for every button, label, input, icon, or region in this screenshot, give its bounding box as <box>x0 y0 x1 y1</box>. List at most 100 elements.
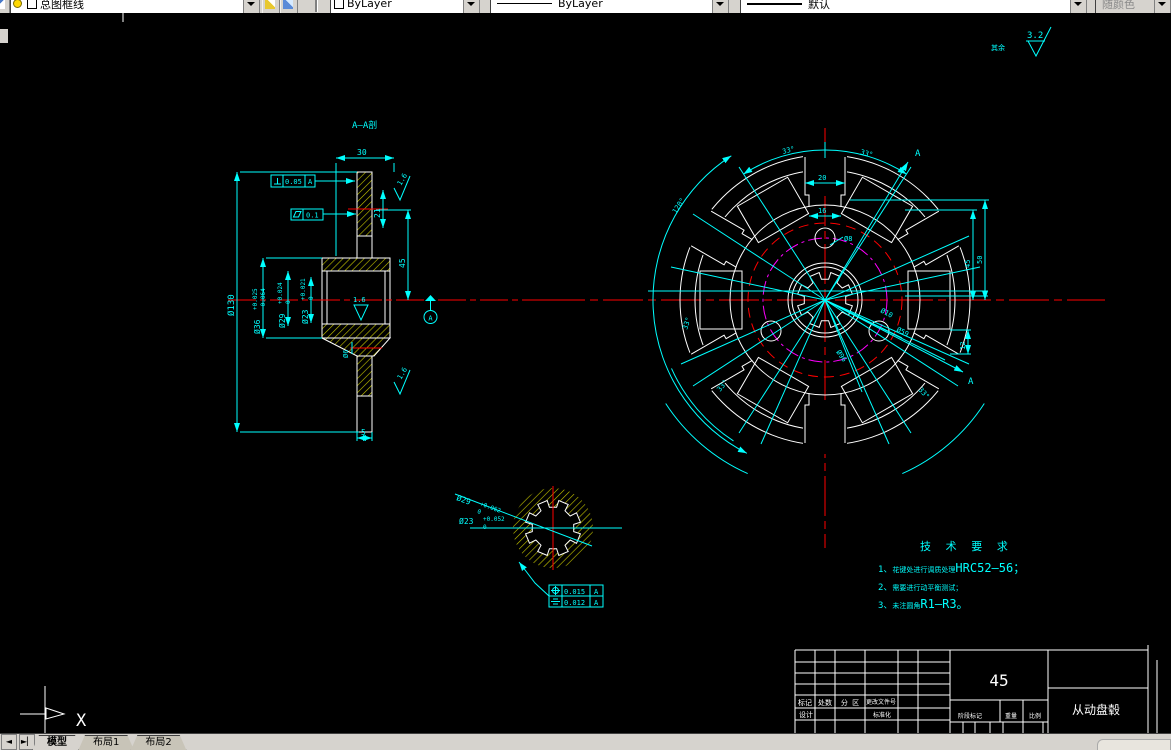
tab-nav-next-button[interactable]: ►▏ <box>19 734 35 750</box>
ucs-icon: X <box>20 707 87 731</box>
layout-tabbar: ◄ ►▏ 模型 布局1 布局2 <box>0 733 1171 750</box>
dropdown-arrow-icon <box>1154 0 1170 13</box>
position-icon <box>551 586 560 595</box>
svg-text:0.05: 0.05 <box>285 178 302 186</box>
datum-flag: A <box>423 295 438 324</box>
svg-text:分 区: 分 区 <box>841 698 859 707</box>
dim-120: 120° <box>671 197 687 215</box>
color-combo[interactable]: ByLayer <box>330 0 480 13</box>
tab-model[interactable]: 模型 <box>32 735 82 750</box>
front-view: A A 33° 33° 120° 33° 33° 33° 20 16 Ø8 45… <box>545 128 1105 548</box>
svg-text:A: A <box>428 315 433 323</box>
dim-dia23-spline: Ø23 +0.052 0 <box>459 516 505 531</box>
svg-text:A: A <box>594 599 599 607</box>
dropdown-arrow-icon[interactable] <box>243 0 259 13</box>
svg-text:标记: 标记 <box>798 698 812 707</box>
layer-combo-value: 总图框线 <box>40 0 84 11</box>
dim-dia6: Ø6 <box>342 350 350 358</box>
make-layer-current-button[interactable] <box>0 0 10 13</box>
svg-text:更改文件号: 更改文件号 <box>866 698 896 706</box>
svg-text:标准化: 标准化 <box>873 711 891 719</box>
tab-nav-prev-button[interactable]: ◄ <box>1 734 17 750</box>
svg-text:Ø29: Ø29 <box>455 492 472 506</box>
drawing: 其余 3.2 A—A剖 30 Ø130 Ø36 +0.025 -0.064 Ø2… <box>0 13 1158 733</box>
svg-text:1.6: 1.6 <box>396 172 409 187</box>
dim-dia130: Ø130 <box>226 294 237 316</box>
object-properties-toolbar: 总图框线 ByLayer ByLayer 默认 随颜色 <box>0 0 1171 14</box>
color-combo-value: ByLayer <box>347 0 392 10</box>
dropdown-arrow-icon[interactable] <box>712 0 728 13</box>
toolbar-separator <box>315 0 318 12</box>
layer-on-icon <box>13 0 22 8</box>
section-mark-top: A <box>915 149 921 159</box>
dim-33-left: 33° <box>681 316 693 331</box>
dim-50: 50 <box>976 256 984 264</box>
lineweight-preview <box>747 2 802 5</box>
linetype-combo-value: ByLayer <box>558 0 603 10</box>
dropdown-arrow-icon[interactable] <box>463 0 479 13</box>
dim-dia36: Ø36 +0.025 -0.064 <box>252 288 267 334</box>
layer-previous-button[interactable] <box>280 0 298 13</box>
layer-combo[interactable]: 总图框线 <box>10 0 260 13</box>
svg-text:1.6: 1.6 <box>353 296 366 304</box>
svg-text:A: A <box>594 588 599 596</box>
drawing-frame <box>0 13 124 733</box>
model-space-canvas[interactable]: 其余 3.2 A—A剖 30 Ø130 Ø36 +0.025 -0.064 Ø2… <box>0 13 1171 733</box>
layer-icon <box>0 0 5 9</box>
linetype-combo[interactable]: ByLayer <box>490 0 729 13</box>
svg-text:A: A <box>308 178 313 186</box>
svg-text:0.012: 0.012 <box>564 599 585 607</box>
tab-layout2[interactable]: 布局2 <box>130 735 186 750</box>
dim-dia8: Ø8 <box>844 235 852 243</box>
dim-5: 5 <box>361 428 366 437</box>
symmetry-icon <box>551 598 560 605</box>
svg-text:Ø23: Ø23 <box>300 309 310 324</box>
dropdown-arrow-icon[interactable] <box>1070 0 1086 13</box>
svg-text:0: 0 <box>476 508 482 516</box>
svg-text:0: 0 <box>285 300 292 304</box>
svg-text:Ø23: Ø23 <box>459 516 474 526</box>
dim-33-topleft: 33° <box>781 145 795 156</box>
lineweight-combo[interactable]: 默认 <box>740 0 1087 13</box>
dim-45-left: 45 <box>398 258 407 268</box>
roughness-mark: 1.6 <box>393 366 411 396</box>
surface-finish-note: 其余 3.2 <box>991 26 1052 58</box>
svg-text:+0.062: +0.062 <box>479 501 502 515</box>
layers-icon <box>265 0 275 9</box>
material-label: 45 <box>989 671 1008 690</box>
tech-req-title: 技 术 要 求 <box>920 540 1012 553</box>
svg-text:+0.021: +0.021 <box>300 278 307 300</box>
section-mark-bottom: A <box>968 377 974 387</box>
position-tolerance-frame: 0.015 A <box>548 584 604 597</box>
svg-text:1.6: 1.6 <box>396 366 409 381</box>
svg-text:Ø36: Ø36 <box>252 319 262 334</box>
title-block: 标记 处数 分 区 更改文件号 设计 标准化 阶段标记 重量 比例 45 从动盘… <box>794 645 1158 733</box>
svg-text:0.015: 0.015 <box>564 588 585 596</box>
surface-finish-rest-label: 其余 <box>991 43 1005 52</box>
dim-33-topright: 33° <box>859 148 873 159</box>
tab-layout1[interactable]: 布局1 <box>78 735 134 750</box>
svg-text:设计: 设计 <box>799 710 813 719</box>
layer-color-swatch <box>27 0 37 9</box>
svg-text:阶段标记: 阶段标记 <box>958 712 982 720</box>
layers-button[interactable] <box>262 0 280 13</box>
dim-dia10: Ø10 <box>879 307 894 320</box>
statusbar-corner <box>1097 739 1171 750</box>
spline-detail-view: Ø29 +0.062 0 Ø23 +0.052 0 0.015 A 0.012 … <box>454 486 622 608</box>
svg-text:比例: 比例 <box>1029 712 1041 720</box>
flatness-frame: 0.1 <box>290 208 356 221</box>
svg-text:Ø29: Ø29 <box>277 313 287 328</box>
svg-text:-0.064: -0.064 <box>260 288 267 310</box>
tech-req-line: 1、花键处进行调质处理HRC52—56； <box>878 561 1025 575</box>
flatness-icon <box>292 211 302 218</box>
svg-text:+0.052: +0.052 <box>483 516 505 523</box>
dim-12: 12 <box>959 342 967 350</box>
lineweight-combo-value: 默认 <box>808 0 830 11</box>
color-swatch <box>334 0 344 9</box>
ucs-x-label: X <box>76 711 87 731</box>
svg-text:0: 0 <box>308 296 315 300</box>
part-name-label: 从动盘毂 <box>1072 702 1120 717</box>
dim-dia23: Ø23 +0.021 0 <box>300 278 315 324</box>
svg-text:处数: 处数 <box>818 698 832 707</box>
svg-text:0.1: 0.1 <box>306 212 319 220</box>
